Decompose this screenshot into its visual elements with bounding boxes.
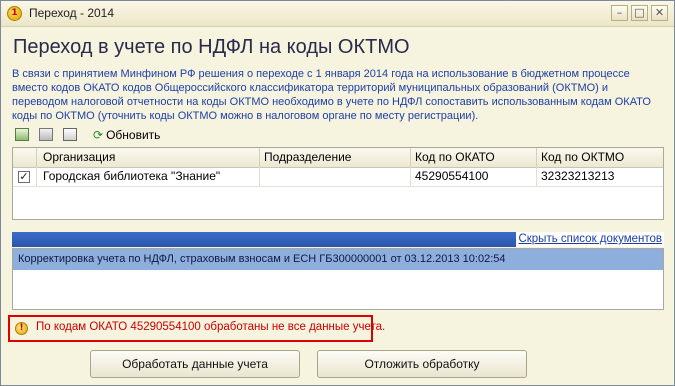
- copy-icon[interactable]: [39, 128, 53, 141]
- column-header-organization[interactable]: Организация: [37, 148, 260, 167]
- cell-oktmo[interactable]: 32323213213: [537, 167, 663, 186]
- column-header-division[interactable]: Подразделение: [260, 148, 411, 167]
- minimize-button[interactable]: –: [611, 5, 628, 21]
- table-header: Организация Подразделение Код по ОКАТО К…: [13, 148, 663, 168]
- postpone-button[interactable]: Отложить обработку: [317, 350, 527, 378]
- okato-oktmo-table: Организация Подразделение Код по ОКАТО К…: [12, 147, 664, 220]
- warning-icon: !: [15, 322, 28, 335]
- select-all-icon[interactable]: [15, 128, 29, 141]
- documents-bar: Скрыть список документов: [12, 232, 664, 247]
- app-logo-icon: 1: [7, 6, 22, 21]
- window-title: Переход - 2014: [29, 6, 115, 20]
- dialog-window: 1 Переход - 2014 – □ ✕ Переход в учете п…: [0, 0, 675, 386]
- warning-message: ! По кодам ОКАТО 45290554100 обработаны …: [8, 315, 385, 342]
- hide-documents-link[interactable]: Скрыть список документов: [516, 232, 664, 247]
- process-data-button[interactable]: Обработать данные учета: [90, 350, 300, 378]
- warning-text: По кодам ОКАТО 45290554100 обработаны не…: [36, 321, 386, 333]
- cell-division: [260, 167, 411, 186]
- maximize-button[interactable]: □: [631, 5, 648, 21]
- close-button[interactable]: ✕: [651, 5, 668, 21]
- refresh-label: Обновить: [106, 128, 161, 142]
- row-check-cell: ✓: [13, 167, 37, 186]
- column-header-oktmo[interactable]: Код по ОКТМО: [537, 148, 663, 167]
- page-title: Переход в учете по НДФЛ на коды ОКТМО: [13, 36, 410, 58]
- cell-organization: Городская библиотека "Знание": [37, 167, 260, 186]
- document-list-item[interactable]: Корректировка учета по НДФЛ, страховым в…: [13, 249, 663, 270]
- cell-okato: 45290554100: [411, 167, 537, 186]
- refresh-button[interactable]: ⟳ Обновить: [93, 128, 160, 142]
- title-bar: 1 Переход - 2014 – □ ✕: [1, 1, 674, 27]
- table-row[interactable]: ✓ Городская библиотека "Знание" 45290554…: [13, 167, 663, 187]
- row-checkbox[interactable]: ✓: [18, 171, 30, 183]
- refresh-icon: ⟳: [93, 128, 104, 142]
- documents-list: Корректировка учета по НДФЛ, страховым в…: [12, 248, 664, 310]
- column-header-okato[interactable]: Код по ОКАТО: [411, 148, 537, 167]
- column-header-check: [13, 148, 37, 167]
- toggle-checks-icon[interactable]: [63, 128, 77, 141]
- info-text: В связи с принятием Минфином РФ решения …: [12, 68, 651, 122]
